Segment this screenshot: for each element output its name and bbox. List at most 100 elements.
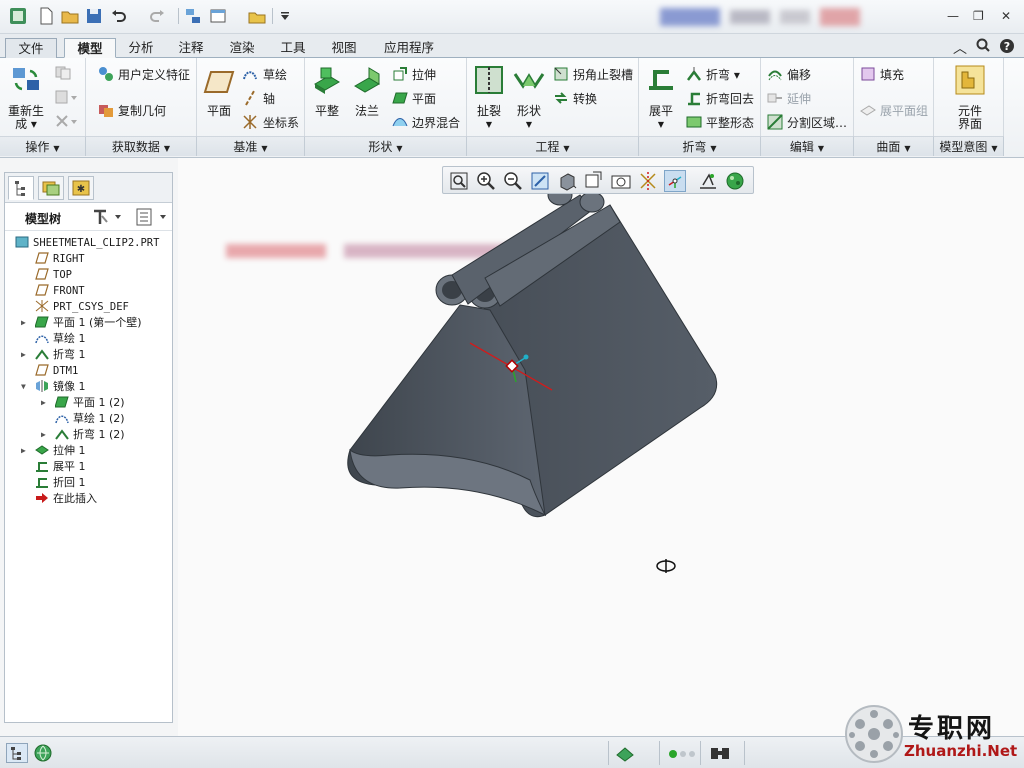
component-interface-label-2[interactable]: 界面 <box>948 118 992 131</box>
form-button[interactable]: 形状 <box>511 105 547 118</box>
tree-node[interactable]: ▶ 平面 1 (第一个壁) <box>21 315 142 331</box>
folder-browser-tab[interactable] <box>38 176 64 200</box>
regenerate-label-2[interactable]: 成 ▾ <box>8 118 44 131</box>
datum-plane-button[interactable]: 平面 <box>201 105 237 118</box>
tree-node[interactable]: 草绘 1 (2) <box>55 411 125 427</box>
help-icon[interactable]: ? <box>999 38 1015 58</box>
refit-icon[interactable] <box>448 170 470 192</box>
axis-icon[interactable] <box>242 90 258 109</box>
zoom-out-icon[interactable] <box>502 170 524 192</box>
bend-icon[interactable] <box>686 66 702 85</box>
tab-view[interactable]: 视图 <box>321 38 367 58</box>
extend-button[interactable]: 延伸 <box>787 90 811 107</box>
close-button[interactable]: ✕ <box>1001 9 1011 23</box>
tree-node[interactable]: ▶ 折弯 1 (2) <box>41 427 125 443</box>
unbend-button[interactable]: 展平 <box>643 105 679 118</box>
tree-node[interactable]: 在此插入 <box>35 491 97 507</box>
fill-icon[interactable] <box>860 66 876 85</box>
udf-icon[interactable] <box>98 66 114 85</box>
tree-node[interactable]: SHEETMETAL_CLIP2.PRT <box>15 235 159 251</box>
close-window-icon[interactable] <box>248 7 266 25</box>
flat-pattern-button[interactable]: 展平面组 <box>880 102 928 119</box>
unbend-icon[interactable] <box>645 64 677 96</box>
fill-button[interactable]: 填充 <box>880 66 904 83</box>
redo-icon[interactable] <box>148 7 166 25</box>
planar-button[interactable]: 平面 <box>412 90 436 107</box>
tab-annotate[interactable]: 注释 <box>168 38 214 58</box>
tab-tools[interactable]: 工具 <box>270 38 316 58</box>
tree-node[interactable]: PRT_CSYS_DEF <box>35 299 129 315</box>
extrude-icon[interactable] <box>392 66 408 85</box>
extrude-button[interactable]: 拉伸 <box>412 66 436 83</box>
expand-arrow-icon[interactable]: ▶ <box>41 395 46 411</box>
form-icon[interactable] <box>513 64 545 96</box>
tree-node[interactable]: ▶ 平面 1 (2) <box>41 395 125 411</box>
collapse-ribbon-icon[interactable]: ︿ <box>953 38 967 58</box>
csys-icon[interactable] <box>242 114 258 133</box>
copy-geometry-button[interactable]: 复制几何 <box>118 102 166 119</box>
udf-button[interactable]: 用户定义特征 <box>118 66 190 83</box>
tab-file[interactable]: 文件 <box>5 38 57 58</box>
sheetmetal-clip-model[interactable] <box>330 150 750 540</box>
view-manager-icon[interactable] <box>610 170 632 192</box>
bend-back-button[interactable]: 折弯回去 <box>706 90 754 107</box>
minimize-button[interactable]: — <box>947 9 959 23</box>
flatten-button[interactable]: 平整形态 <box>706 114 754 131</box>
group-get-data-label[interactable]: 获取数据 ▼ <box>86 136 197 156</box>
unbend-dropdown[interactable]: ▼ <box>655 118 667 131</box>
tree-node[interactable]: RIGHT <box>35 251 85 267</box>
sketch-button[interactable]: 草绘 <box>263 66 287 83</box>
show-menu-icon[interactable] <box>135 208 169 229</box>
datum-plane-icon[interactable] <box>203 66 235 98</box>
annotation-display-icon[interactable] <box>697 170 719 192</box>
saved-views-icon[interactable] <box>583 170 605 192</box>
tree-settings-icon[interactable] <box>91 208 123 229</box>
tree-node[interactable]: ▼ 镜像 1 <box>21 379 86 395</box>
corner-relief-icon[interactable] <box>553 66 569 85</box>
bend-button[interactable]: 折弯 ▾ <box>706 66 740 83</box>
favorites-tab[interactable]: ✱ <box>68 176 94 200</box>
group-editing-label[interactable]: 编辑 ▼ <box>761 136 854 156</box>
planar-icon[interactable] <box>392 90 408 109</box>
find-icon[interactable] <box>708 743 732 763</box>
group-model-intent-label[interactable]: 模型意图 ▼ <box>934 136 1004 156</box>
tree-node[interactable]: 草绘 1 <box>35 331 86 347</box>
corner-relief-button[interactable]: 拐角止裂槽 <box>573 66 633 83</box>
rip-icon[interactable] <box>473 64 505 96</box>
tree-node[interactable]: DTM1 <box>35 363 78 379</box>
search-icon[interactable] <box>976 38 990 56</box>
spin-center-icon[interactable] <box>664 170 686 192</box>
expand-arrow-icon[interactable]: ▶ <box>21 315 26 331</box>
sketch-icon[interactable] <box>242 66 258 85</box>
appearance-icon[interactable] <box>724 170 746 192</box>
boundary-blend-icon[interactable] <box>392 114 408 133</box>
save-icon[interactable] <box>85 7 103 25</box>
component-interface-icon[interactable] <box>954 64 986 96</box>
bend-back-icon[interactable] <box>686 90 702 109</box>
split-area-button[interactable]: 分割区域… <box>787 114 847 131</box>
expand-arrow-icon[interactable]: ▶ <box>21 347 26 363</box>
display-style-icon[interactable] <box>556 170 578 192</box>
axis-button[interactable]: 轴 <box>263 90 275 107</box>
flat-wall-icon[interactable] <box>311 64 343 96</box>
flange-icon[interactable] <box>351 64 383 96</box>
window-icon[interactable] <box>209 7 227 25</box>
tab-applications[interactable]: 应用程序 <box>372 38 446 58</box>
zoom-in-icon[interactable] <box>475 170 497 192</box>
regenerate-icon[interactable] <box>10 64 42 96</box>
browser-icon[interactable] <box>32 743 54 763</box>
tree-node[interactable]: 折回 1 <box>35 475 86 491</box>
new-icon[interactable] <box>37 7 55 25</box>
repaint-icon[interactable] <box>529 170 551 192</box>
flatten-icon[interactable] <box>686 114 702 133</box>
tree-node[interactable]: ▶ 折弯 1 <box>21 347 86 363</box>
copy-geometry-icon[interactable] <box>98 102 114 121</box>
toggle-navigator-icon[interactable] <box>6 743 28 763</box>
group-surfaces-label[interactable]: 曲面 ▼ <box>854 136 934 156</box>
flat-wall-button[interactable]: 平整 <box>309 105 345 118</box>
boundary-blend-button[interactable]: 边界混合 <box>412 114 460 131</box>
tree-node[interactable]: FRONT <box>35 283 85 299</box>
regen-status-icon[interactable] <box>614 743 636 763</box>
open-icon[interactable] <box>61 7 79 25</box>
offset-icon[interactable] <box>767 66 783 85</box>
